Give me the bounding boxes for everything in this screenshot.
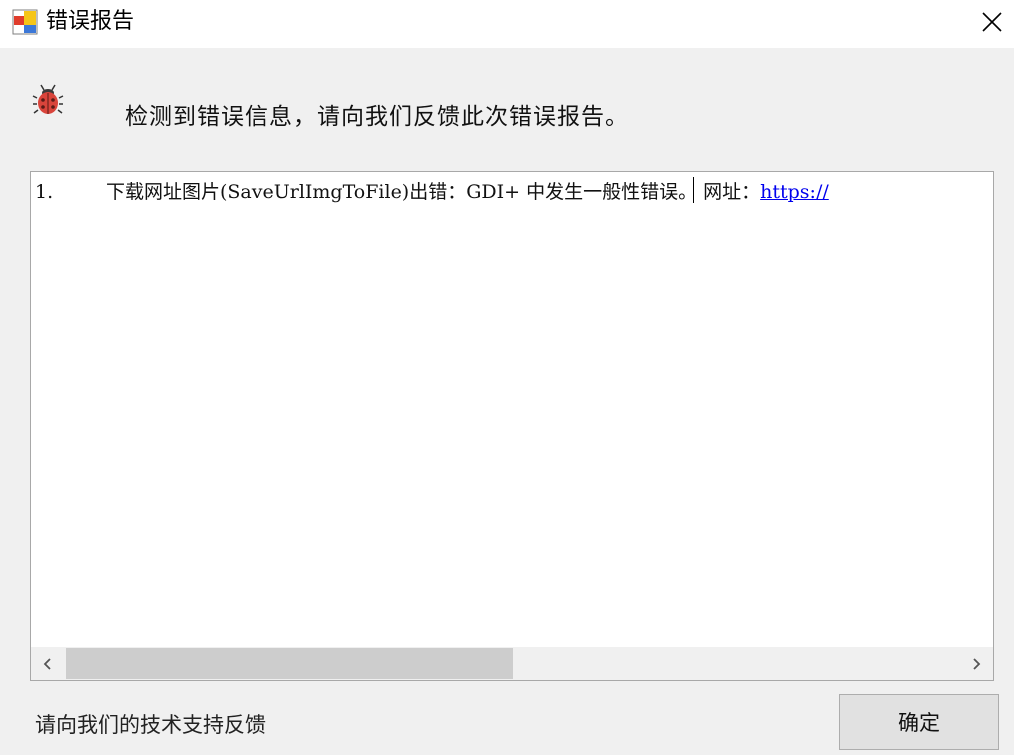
support-feedback-text: 请向我们的技术支持反馈 [35,713,266,737]
error-report-window: 错误报告 检测到错误信息，请向我们反馈此次错误报告。 1. 下载网址图片(Sav… [0,0,1014,755]
log-line-number: 1. [35,181,54,203]
app-window-icon [12,9,38,35]
ok-button[interactable]: 确定 [839,694,999,750]
log-line-url[interactable]: https:// [760,181,829,203]
error-message: 检测到错误信息，请向我们反馈此次错误报告。 [125,104,629,130]
scroll-left-button[interactable] [31,647,65,680]
close-button[interactable] [970,0,1014,44]
window-title: 错误报告 [46,9,135,34]
error-log-textbox[interactable]: 1. 下载网址图片(SaveUrlImgToFile)出错：GDI+ 中发生一般… [30,171,994,681]
bug-icon [32,84,64,114]
title-bar[interactable]: 错误报告 [0,0,1014,48]
chevron-left-icon [43,657,51,670]
scroll-right-button[interactable] [959,647,993,680]
text-caret [693,177,694,203]
chevron-right-icon [973,657,981,670]
log-line-content: 下载网址图片(SaveUrlImgToFile)出错：GDI+ 中发生一般性错误… [106,178,829,206]
horizontal-scrollbar[interactable] [31,647,993,680]
log-line-text: 下载网址图片(SaveUrlImgToFile)出错：GDI+ 中发生一般性错误… [106,181,761,203]
scroll-thumb[interactable] [66,648,513,679]
close-icon [982,12,1002,32]
